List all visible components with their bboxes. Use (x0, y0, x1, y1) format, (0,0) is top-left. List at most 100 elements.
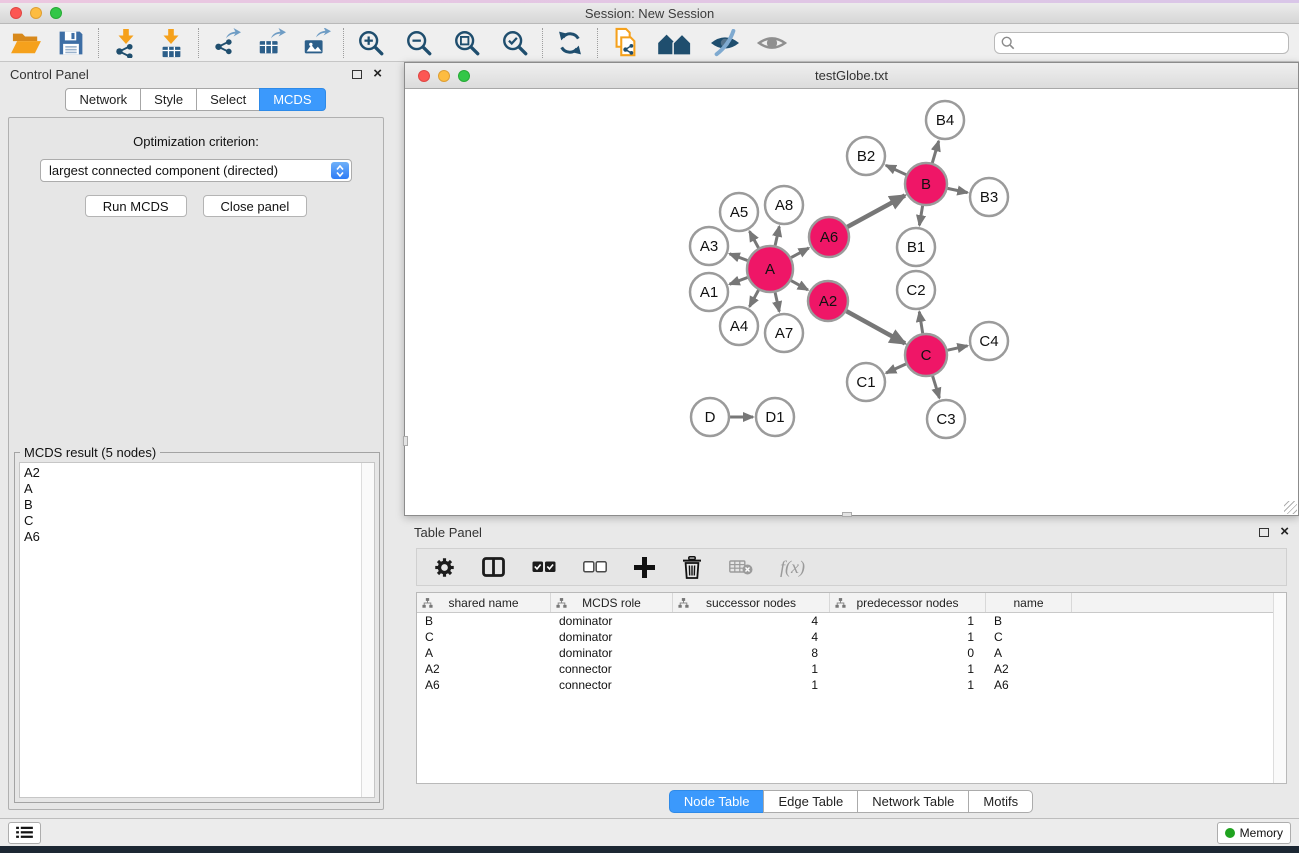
function-builder-icon[interactable]: f(x) (780, 557, 805, 578)
window-resize-grip[interactable] (1284, 501, 1297, 514)
save-session-icon[interactable] (55, 28, 87, 58)
graph-node-label-B1: B1 (907, 239, 925, 256)
table-row[interactable]: Bdominator41B (417, 613, 1286, 629)
table-cell: A6 (417, 677, 551, 693)
deselect-all-icon[interactable] (583, 561, 607, 573)
table-row[interactable]: A2connector11A2 (417, 661, 1286, 677)
zoom-network-window-button[interactable] (458, 70, 470, 82)
tab-mcds[interactable]: MCDS (259, 88, 325, 111)
column-header-successor-nodes[interactable]: successor nodes (673, 593, 830, 612)
table-toolbar: f(x) (416, 548, 1287, 586)
graph-node-label-C2: C2 (906, 282, 925, 299)
close-table-panel-icon[interactable]: × (1280, 527, 1289, 537)
mcds-result-item[interactable]: C (24, 513, 361, 529)
graph-edge-A-A7[interactable] (775, 292, 779, 311)
network-window-controls (418, 70, 470, 82)
export-network-icon[interactable] (210, 28, 242, 58)
mcds-result-item[interactable]: B (24, 497, 361, 513)
hide-panel-eye-icon[interactable] (709, 28, 741, 58)
close-panel-button[interactable]: Close panel (203, 195, 308, 217)
graph-edge-A-A6[interactable] (791, 248, 809, 258)
clone-network-icon[interactable] (609, 28, 641, 58)
export-table-icon[interactable] (255, 28, 287, 58)
canvas-bottom-grip[interactable] (842, 512, 852, 517)
float-panel-icon[interactable] (352, 70, 362, 79)
canvas-left-grip[interactable] (403, 436, 408, 446)
import-network-icon[interactable] (110, 28, 142, 58)
table-row[interactable]: Adominator80A (417, 645, 1286, 661)
graph-edge-B-B1[interactable] (919, 206, 922, 226)
minimize-network-window-button[interactable] (438, 70, 450, 82)
graph-edge-C-C1[interactable] (886, 364, 906, 373)
close-panel-icon[interactable]: × (373, 69, 382, 79)
table-cell: C (986, 629, 1072, 645)
zoom-fit-icon[interactable] (451, 28, 483, 58)
result-list-scrollbar[interactable] (361, 463, 374, 797)
network-canvas[interactable]: B4B2BB3A5A8A6B1A3AA1C2A2A4A7CC4C1C3DD1 (405, 89, 1298, 515)
run-mcds-button[interactable]: Run MCDS (85, 195, 187, 217)
graph-edge-A6-B[interactable] (847, 196, 905, 227)
column-header-MCDS-role[interactable]: MCDS role (551, 593, 673, 612)
table-row[interactable]: A6connector11A6 (417, 677, 1286, 693)
column-header-shared-name[interactable]: shared name (417, 593, 551, 612)
select-all-icon[interactable] (532, 561, 556, 573)
export-image-icon[interactable] (300, 28, 332, 58)
search-input[interactable] (1019, 36, 1282, 50)
home-icon[interactable] (656, 28, 694, 58)
column-header-name[interactable]: name (986, 593, 1072, 612)
graph-edge-C-C2[interactable] (919, 312, 922, 334)
graph-edge-C-C4[interactable] (948, 346, 968, 350)
graph-edge-B-B2[interactable] (886, 165, 906, 174)
graph-edge-A-A5[interactable] (750, 231, 759, 248)
graph-node-label-D1: D1 (765, 409, 784, 426)
tab-edge-table[interactable]: Edge Table (763, 790, 858, 813)
zoom-out-icon[interactable] (403, 28, 435, 58)
tab-motifs[interactable]: Motifs (968, 790, 1033, 813)
tab-network[interactable]: Network (65, 88, 141, 111)
graph-edge-C-C3[interactable] (933, 376, 940, 398)
optimization-criterion-select[interactable]: largest connected component (directed) (40, 159, 352, 182)
import-table-icon[interactable] (155, 28, 187, 58)
tab-style[interactable]: Style (140, 88, 197, 111)
mcds-result-groupbox: MCDS result (5 nodes) A2ABCA6 (14, 452, 380, 803)
task-history-button[interactable] (8, 822, 41, 844)
refresh-icon[interactable] (554, 28, 586, 58)
dropdown-value: largest connected component (directed) (49, 163, 278, 178)
table-cell: dominator (551, 645, 673, 661)
close-window-button[interactable] (10, 7, 22, 19)
tab-node-table[interactable]: Node Table (669, 790, 765, 813)
graph-edge-A2-C[interactable] (846, 311, 905, 343)
open-session-icon[interactable] (10, 28, 42, 58)
delete-column-trash-icon[interactable] (682, 556, 702, 579)
graph-edge-A-A1[interactable] (730, 278, 748, 285)
minimize-window-button[interactable] (30, 7, 42, 19)
dropdown-stepper-icon (331, 162, 349, 179)
table-row[interactable]: Cdominator41C (417, 629, 1286, 645)
graph-edge-A-A3[interactable] (730, 254, 748, 261)
close-network-window-button[interactable] (418, 70, 430, 82)
show-columns-icon[interactable] (482, 557, 505, 577)
memory-button[interactable]: Memory (1217, 822, 1291, 844)
tab-select[interactable]: Select (196, 88, 260, 111)
graph-edge-A-A4[interactable] (750, 290, 759, 307)
delete-table-icon[interactable] (729, 559, 753, 575)
graph-edge-B-B3[interactable] (948, 188, 968, 192)
search-field[interactable] (994, 32, 1289, 54)
show-panel-eye-icon[interactable] (756, 28, 788, 58)
float-table-panel-icon[interactable] (1259, 528, 1269, 537)
zoom-window-button[interactable] (50, 7, 62, 19)
zoom-selected-icon[interactable] (499, 28, 531, 58)
column-header-predecessor-nodes[interactable]: predecessor nodes (830, 593, 986, 612)
table-cell: A2 (417, 661, 551, 677)
graph-edge-A-A2[interactable] (791, 281, 808, 290)
mcds-result-item[interactable]: A2 (24, 465, 361, 481)
add-column-icon[interactable] (634, 557, 655, 578)
graph-edge-B-B4[interactable] (932, 141, 938, 163)
graph-edge-A-A8[interactable] (775, 227, 779, 246)
mcds-result-item[interactable]: A (24, 481, 361, 497)
table-settings-gear-icon[interactable] (434, 557, 455, 578)
table-scrollbar[interactable] (1273, 593, 1286, 783)
mcds-result-item[interactable]: A6 (24, 529, 361, 545)
tab-network-table[interactable]: Network Table (857, 790, 969, 813)
zoom-in-icon[interactable] (355, 28, 387, 58)
